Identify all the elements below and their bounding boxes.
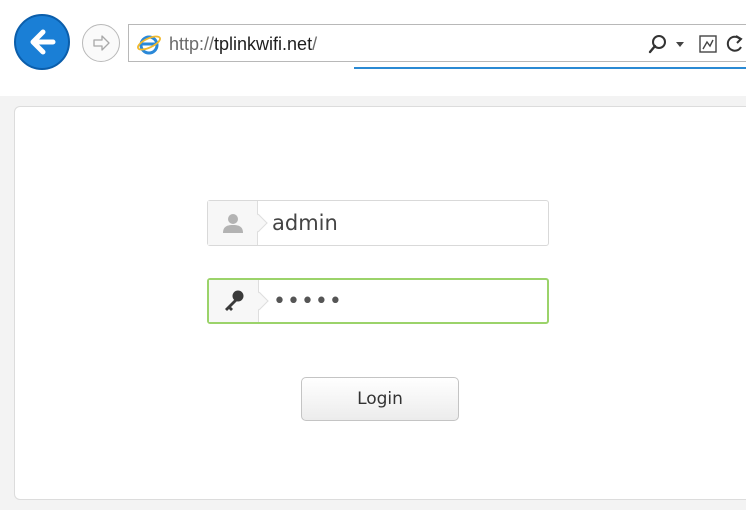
key-icon [224, 290, 243, 311]
login-button[interactable]: Login [301, 377, 459, 421]
username-field[interactable] [207, 200, 549, 246]
url-prefix: http:// [169, 34, 215, 54]
url-suffix: / [312, 34, 318, 54]
address-bar[interactable]: http://tplinkwifi.net/ [128, 24, 746, 62]
search-icon[interactable] [647, 33, 669, 55]
user-icon [222, 214, 243, 233]
password-input[interactable]: ••••• [273, 280, 543, 322]
forward-arrow-icon [93, 35, 110, 51]
browser-toolbar: http://tplinkwifi.net/ [0, 0, 746, 72]
compatibility-view-icon[interactable] [697, 33, 719, 55]
back-arrow-icon [30, 29, 56, 55]
refresh-icon[interactable] [723, 33, 745, 55]
page-loading-indicator [354, 67, 746, 69]
url-host: tplinkwifi.net [214, 34, 313, 54]
chevron-down-icon[interactable] [675, 41, 685, 49]
back-button[interactable] [14, 14, 70, 70]
internet-explorer-icon [137, 35, 161, 55]
forward-button[interactable] [82, 24, 120, 62]
password-field[interactable]: ••••• [207, 278, 549, 324]
url-text[interactable]: http://tplinkwifi.net/ [169, 34, 317, 55]
username-input[interactable] [272, 201, 542, 245]
